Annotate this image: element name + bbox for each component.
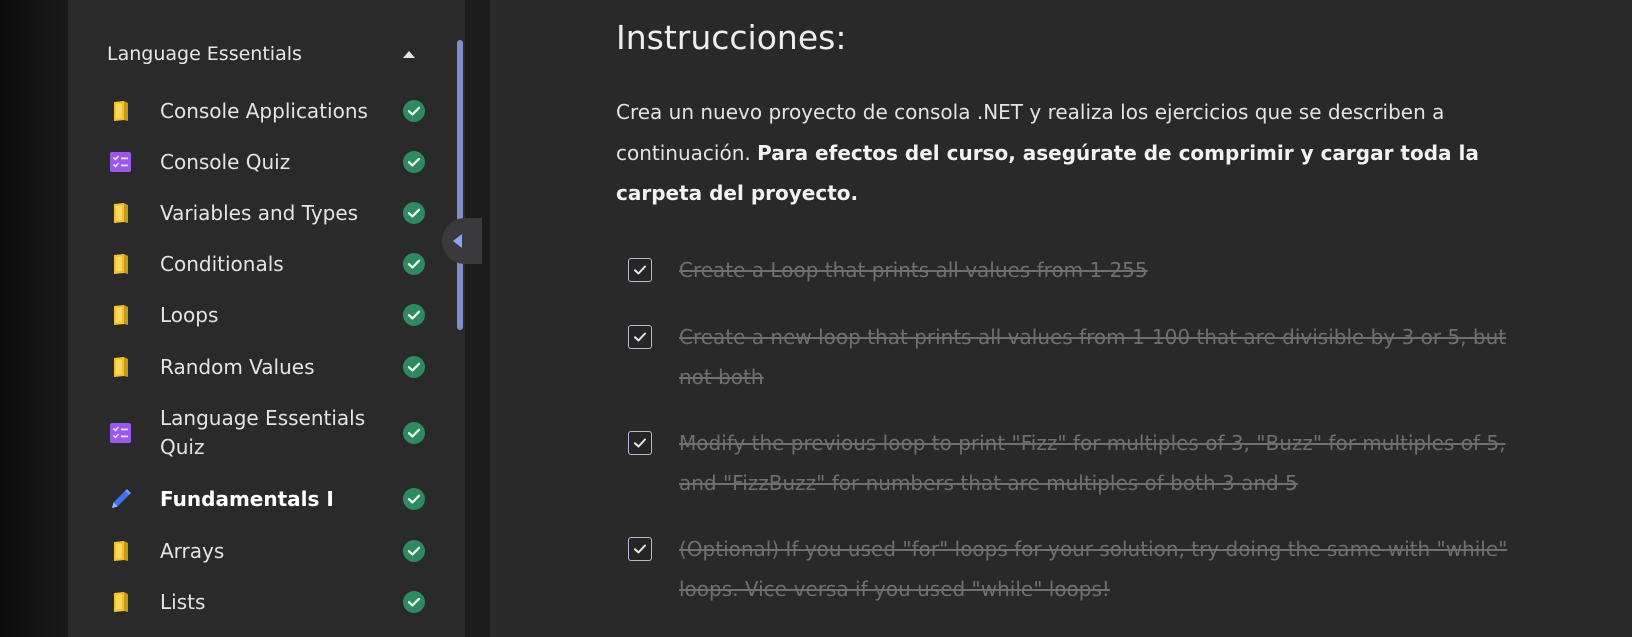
book-icon xyxy=(108,98,134,124)
sidebar-item-label: Arrays xyxy=(160,538,225,563)
section-header-language-essentials[interactable]: Language Essentials xyxy=(107,36,427,72)
check-circle-icon xyxy=(402,201,426,229)
sidebar-item-language-essentials-quiz[interactable]: Language Essentials Quiz xyxy=(108,403,426,463)
sidebar-item-label: Fundamentals I xyxy=(160,486,334,511)
panel-divider xyxy=(465,0,490,637)
sidebar-item-label: Random Values xyxy=(160,354,315,379)
sidebar-item-random-values[interactable]: Random Values xyxy=(108,352,426,382)
book-icon xyxy=(108,200,134,226)
sidebar-item-label: Console Applications xyxy=(160,98,368,123)
sidebar-item-variables-and-types[interactable]: Variables and Types xyxy=(108,198,426,228)
task-checkbox[interactable] xyxy=(628,537,652,561)
check-circle-icon xyxy=(402,421,426,449)
sidebar-item-label: Loops xyxy=(160,302,219,327)
check-circle-icon xyxy=(402,303,426,331)
quiz-icon xyxy=(108,420,134,446)
sidebar-item-lists[interactable]: Lists xyxy=(108,587,426,617)
sidebar-item-loops[interactable]: Loops xyxy=(108,300,426,330)
check-circle-icon xyxy=(402,150,426,178)
task-text: Modify the previous loop to print "Fizz"… xyxy=(679,431,1506,495)
sidebar-item-arrays[interactable]: Arrays xyxy=(108,536,426,566)
book-icon xyxy=(108,538,134,564)
collapse-sidebar-button[interactable] xyxy=(442,218,482,264)
sidebar-item-console-quiz[interactable]: Console Quiz xyxy=(108,147,426,177)
pencil-icon xyxy=(108,486,134,512)
check-circle-icon xyxy=(402,252,426,280)
sidebar-item-label: Conditionals xyxy=(160,251,284,276)
sidebar-item-label: Variables and Types xyxy=(160,200,359,225)
book-icon xyxy=(108,354,134,380)
chevron-left-icon xyxy=(453,234,462,248)
sidebar-item-fundamentals-i[interactable]: Fundamentals I xyxy=(108,484,426,514)
sidebar-item-conditionals[interactable]: Conditionals xyxy=(108,249,426,279)
task-checkbox[interactable] xyxy=(628,431,652,455)
check-circle-icon xyxy=(402,590,426,618)
check-circle-icon xyxy=(402,355,426,383)
sidebar-item-console-applications[interactable]: Console Applications xyxy=(108,96,426,126)
left-edge xyxy=(0,0,68,637)
task-text: Create a new loop that prints all values… xyxy=(679,325,1507,389)
task-checkbox[interactable] xyxy=(628,325,652,349)
chevron-up-icon[interactable] xyxy=(403,50,415,58)
book-icon xyxy=(108,251,134,277)
sidebar-item-label: Console Quiz xyxy=(160,149,291,174)
quiz-icon xyxy=(108,149,134,175)
book-icon xyxy=(108,302,134,328)
sidebar-scrollbar[interactable] xyxy=(457,40,463,330)
check-circle-icon xyxy=(402,487,426,515)
task-checkbox[interactable] xyxy=(628,258,652,282)
page-title: Instrucciones: xyxy=(616,18,847,57)
task-text: Create a Loop that prints all values fro… xyxy=(679,258,1148,282)
check-circle-icon xyxy=(402,99,426,127)
task-text: (Optional) If you used "for" loops for y… xyxy=(679,537,1508,601)
instructions-paragraph: Crea un nuevo proyecto de consola .NET y… xyxy=(616,92,1546,214)
book-icon xyxy=(108,589,134,615)
sidebar-item-label: Lists xyxy=(160,589,206,614)
sidebar-item-label: Language Essentials Quiz xyxy=(160,406,366,459)
check-circle-icon xyxy=(402,539,426,567)
section-title: Language Essentials xyxy=(107,43,302,65)
